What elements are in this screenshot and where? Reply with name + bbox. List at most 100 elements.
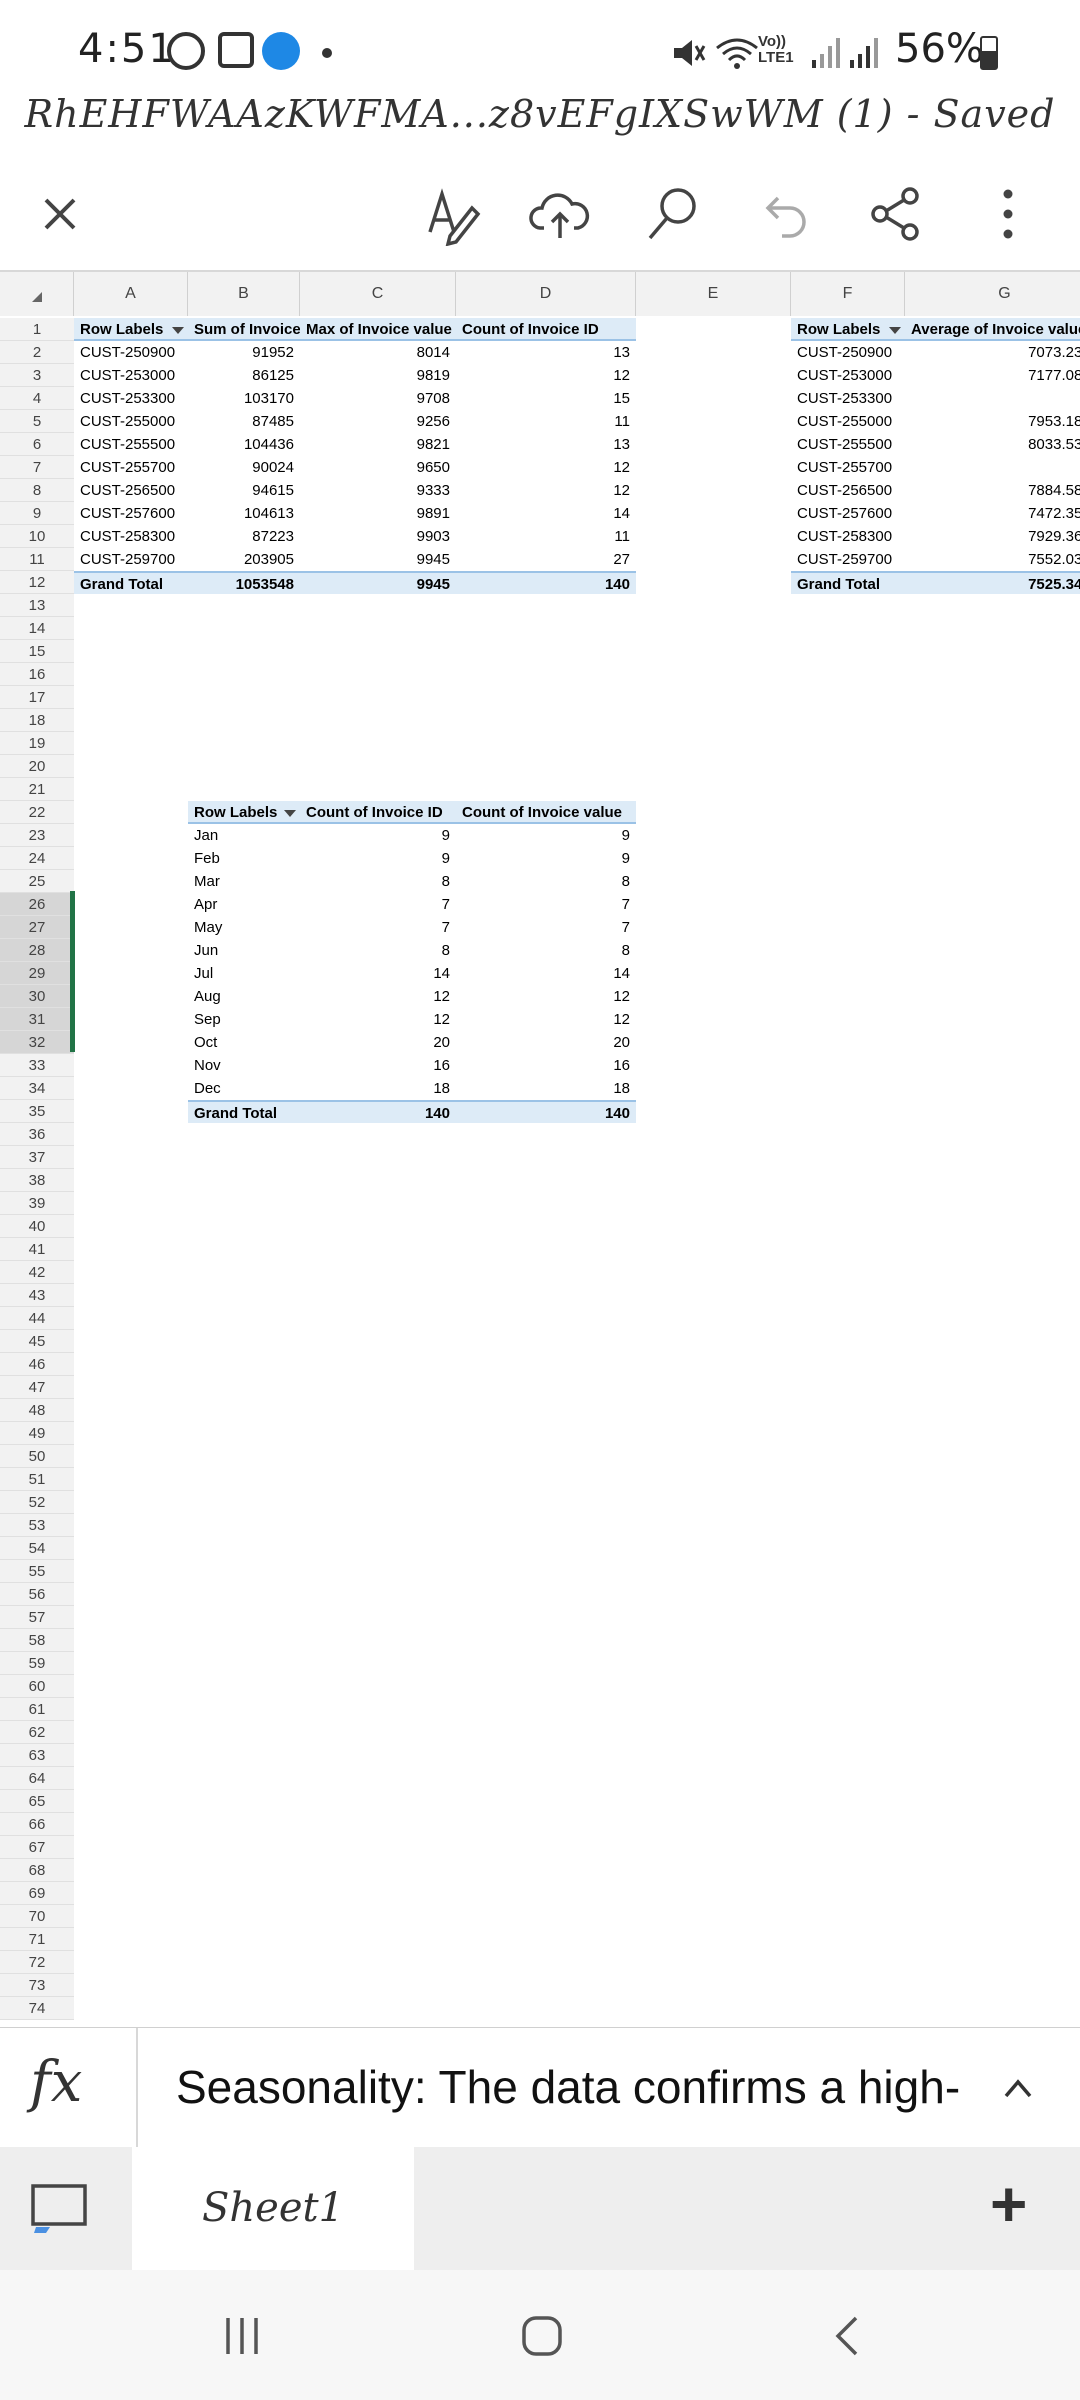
table-cell[interactable]: 7	[456, 893, 636, 916]
table-cell[interactable]: CUST-255700	[74, 456, 188, 479]
table-cell[interactable]: Jan	[188, 824, 300, 847]
row-header[interactable]: 51	[0, 1468, 74, 1491]
row-header[interactable]: 52	[0, 1491, 74, 1514]
table-cell[interactable]: 14	[456, 962, 636, 985]
table-cell[interactable]: CUST-256500	[791, 479, 905, 502]
table-cell[interactable]: 9	[300, 824, 456, 847]
row-header[interactable]: 17	[0, 686, 74, 709]
upload-cloud-icon[interactable]	[528, 182, 592, 246]
table-cell[interactable]: Feb	[188, 847, 300, 870]
row-header[interactable]: 35	[0, 1100, 74, 1123]
row-header[interactable]: 60	[0, 1675, 74, 1698]
row-header[interactable]: 14	[0, 617, 74, 640]
row-header[interactable]: 15	[0, 640, 74, 663]
grand-total-cell[interactable]: 7525.3428	[905, 571, 1080, 594]
spreadsheet-grid[interactable]: ABCDEFG 1 2 3 4 5 6 7 8 9 10 11 12 13 14 15 16 17 18 19 20 2…	[0, 270, 1080, 2027]
row-header[interactable]: 28	[0, 939, 74, 962]
column-header-a[interactable]: A	[74, 272, 188, 316]
grand-total-cell[interactable]: Grand Total	[188, 1100, 300, 1123]
table-cell[interactable]: CUST-258300	[74, 525, 188, 548]
row-header[interactable]: 37	[0, 1146, 74, 1169]
table-cell[interactable]: CUST-255500	[791, 433, 905, 456]
table-cell[interactable]: 12	[456, 479, 636, 502]
table-cell[interactable]: 68	[905, 387, 1080, 410]
table-cell[interactable]: 13	[456, 433, 636, 456]
table-cell[interactable]: 18	[456, 1077, 636, 1100]
recent-apps-icon[interactable]	[220, 2314, 264, 2358]
row-header[interactable]: 19	[0, 732, 74, 755]
table-cell[interactable]: 20	[456, 1031, 636, 1054]
row-header[interactable]: 40	[0, 1215, 74, 1238]
row-header[interactable]: 7	[0, 456, 74, 479]
table-cell[interactable]: CUST-259700	[791, 548, 905, 571]
back-icon[interactable]	[826, 2314, 870, 2358]
row-header[interactable]: 54	[0, 1537, 74, 1560]
table-cell[interactable]: 7472.3571	[905, 502, 1080, 525]
row-header[interactable]: 58	[0, 1629, 74, 1652]
table-cell[interactable]: 7884.5833	[905, 479, 1080, 502]
pivot-header-cell[interactable]: Count of Invoice value	[456, 801, 636, 824]
row-header[interactable]: 65	[0, 1790, 74, 1813]
table-cell[interactable]: CUST-259700	[74, 548, 188, 571]
draw-icon[interactable]	[420, 182, 484, 246]
column-header-d[interactable]: D	[456, 272, 636, 316]
row-header[interactable]: 34	[0, 1077, 74, 1100]
table-cell[interactable]: Nov	[188, 1054, 300, 1077]
table-cell[interactable]: 12	[456, 985, 636, 1008]
row-header[interactable]: 18	[0, 709, 74, 732]
table-cell[interactable]: 9819	[300, 364, 456, 387]
share-icon[interactable]	[864, 182, 928, 246]
row-header[interactable]: 66	[0, 1813, 74, 1836]
table-cell[interactable]: 103170	[188, 387, 300, 410]
row-header[interactable]: 74	[0, 1997, 74, 2020]
table-cell[interactable]: 8	[456, 939, 636, 962]
table-cell[interactable]: CUST-258300	[791, 525, 905, 548]
table-cell[interactable]: CUST-255000	[791, 410, 905, 433]
table-cell[interactable]: CUST-253300	[791, 387, 905, 410]
row-header[interactable]: 4	[0, 387, 74, 410]
row-header[interactable]: 72	[0, 1951, 74, 1974]
column-header-g[interactable]: G	[905, 272, 1080, 316]
grand-total-cell[interactable]: 9945	[300, 571, 456, 594]
table-cell[interactable]: 86125	[188, 364, 300, 387]
table-cell[interactable]: 14	[456, 502, 636, 525]
table-cell[interactable]: Dec	[188, 1077, 300, 1100]
row-header[interactable]: 20	[0, 755, 74, 778]
row-header[interactable]: 10	[0, 525, 74, 548]
add-sheet-button[interactable]: +	[990, 2167, 1027, 2241]
row-header[interactable]: 73	[0, 1974, 74, 1997]
close-icon[interactable]	[28, 182, 92, 246]
row-header[interactable]: 71	[0, 1928, 74, 1951]
table-cell[interactable]: Apr	[188, 893, 300, 916]
pivot-header-cell[interactable]: Row Labels	[74, 318, 188, 341]
table-cell[interactable]: 12	[456, 456, 636, 479]
pivot-header-cell[interactable]: Sum of Invoice	[188, 318, 300, 341]
table-cell[interactable]: CUST-250900	[74, 341, 188, 364]
home-icon[interactable]	[520, 2314, 564, 2358]
pivot-header-cell[interactable]: Count of Invoice ID	[300, 801, 456, 824]
row-header[interactable]: 33	[0, 1054, 74, 1077]
filter-dropdown-icon[interactable]	[172, 327, 184, 334]
table-cell[interactable]: CUST-255700	[791, 456, 905, 479]
table-cell[interactable]: 9	[456, 824, 636, 847]
table-cell[interactable]: 14	[300, 962, 456, 985]
table-cell[interactable]: 12	[300, 985, 456, 1008]
pivot-header-cell[interactable]: Max of Invoice value	[300, 318, 456, 341]
row-header[interactable]: 38	[0, 1169, 74, 1192]
table-cell[interactable]: 12	[456, 364, 636, 387]
select-all-corner[interactable]	[0, 272, 74, 316]
sheet-view-icon[interactable]	[30, 2183, 90, 2235]
table-cell[interactable]: 13	[456, 341, 636, 364]
row-header[interactable]: 41	[0, 1238, 74, 1261]
row-header[interactable]: 48	[0, 1399, 74, 1422]
table-cell[interactable]: Jul	[188, 962, 300, 985]
row-header[interactable]: 68	[0, 1859, 74, 1882]
table-cell[interactable]: 8	[300, 939, 456, 962]
row-header[interactable]: 8	[0, 479, 74, 502]
table-cell[interactable]: Mar	[188, 870, 300, 893]
more-icon[interactable]	[976, 182, 1040, 246]
table-cell[interactable]: 7073.2307	[905, 341, 1080, 364]
row-header[interactable]: 1	[0, 318, 74, 341]
grand-total-cell[interactable]: Grand Total	[791, 571, 905, 594]
row-header[interactable]: 42	[0, 1261, 74, 1284]
